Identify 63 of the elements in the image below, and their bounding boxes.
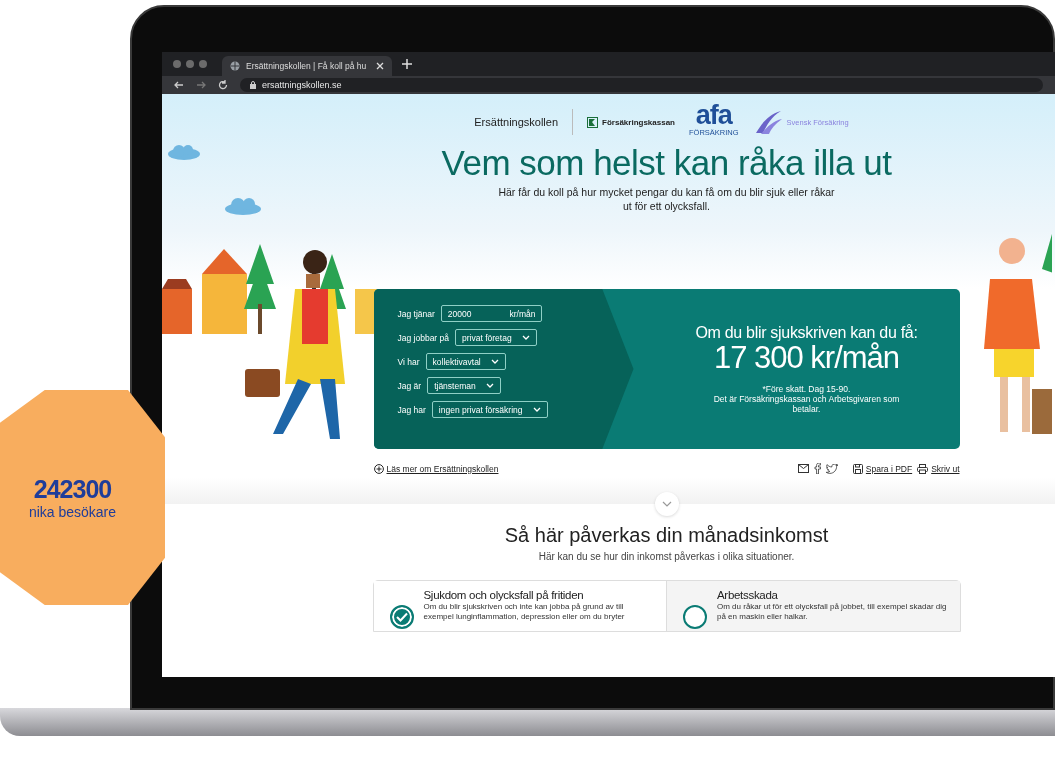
result-heading: Om du blir sjukskriven kan du få: xyxy=(695,324,918,342)
radio-button[interactable] xyxy=(683,605,707,629)
result-note: Det är Försäkringskassan och Arbetsgivaren som betalar. xyxy=(712,394,901,414)
forward-arrow-icon xyxy=(196,80,206,90)
read-more-link[interactable]: Läs mer om Ersättningskollen xyxy=(373,463,499,474)
dropdown[interactable]: ingen privat försäkring xyxy=(431,401,548,418)
window-controls-icon xyxy=(172,59,208,69)
dropdown[interactable]: privat företag xyxy=(455,329,537,346)
chevron-down-icon xyxy=(532,407,541,412)
save-pdf-link[interactable]: Spara i PDF xyxy=(852,463,913,474)
partner-name: Försäkringskassan xyxy=(602,117,675,127)
field-label: Jag tjänar xyxy=(397,308,435,319)
tab-title: Ersättningskollen | Få koll på hu xyxy=(246,61,368,71)
option-title: Arbetsskada xyxy=(717,589,779,601)
plus-circle-icon xyxy=(373,463,384,474)
field-label: Vi har xyxy=(397,356,420,367)
twitter-icon xyxy=(825,463,838,474)
option-card[interactable]: Arbetsskada Om du råkar ut för ett olycksfall på jobbet, till exempel skadar dig på en maskin eller halkar. xyxy=(667,581,960,631)
radio-button[interactable] xyxy=(389,605,414,629)
input-unit: kr/mån xyxy=(509,308,536,319)
chevron-down-icon xyxy=(521,335,530,340)
dropdown[interactable]: kollektivavtal xyxy=(425,353,506,370)
field-label: Jag jobbar på xyxy=(397,332,449,343)
back-arrow-icon xyxy=(174,80,184,90)
mail-icon xyxy=(797,464,809,473)
visitor-count: 242300 xyxy=(33,475,112,504)
result-note: *Före skatt. Dag 15-90. xyxy=(762,384,851,394)
site-name[interactable]: Ersättningskollen xyxy=(474,116,559,129)
cloud-drawing xyxy=(224,196,262,216)
input-value: 20000 xyxy=(447,308,472,319)
cloud-drawing xyxy=(167,144,201,160)
chevron-down-icon xyxy=(490,359,499,364)
lock-icon xyxy=(250,81,256,89)
section-subtitle: Här kan du se hur din inkomst påverkas i olika situationer. xyxy=(538,551,795,562)
field-label: Jag har xyxy=(397,404,426,415)
dropdown[interactable]: tjänsteman xyxy=(427,377,501,394)
result-amount: 17 300 kr/mån xyxy=(713,340,900,376)
facebook-icon xyxy=(813,463,821,474)
flag-logo-icon xyxy=(587,116,599,128)
section-title: Så här påverkas din månadsinkomst xyxy=(504,524,829,547)
save-icon xyxy=(852,463,863,474)
browser-tab[interactable]: Ersättningskollen | Få koll på hu xyxy=(222,56,392,76)
checkmark-icon xyxy=(395,612,408,622)
salary-input-field[interactable]: 20000 kr/mån xyxy=(440,305,543,322)
option-description: Om du råkar ut för ett olycksfall på jobbet, till exempel skadar dig på en maskin eller halkar. xyxy=(717,602,948,622)
close-icon xyxy=(376,62,384,70)
print-link[interactable]: Skriv ut xyxy=(917,463,960,474)
reload-icon xyxy=(218,80,228,90)
option-card[interactable]: Sjukdom och olycksfall på fritiden Om du blir sjukskriven och inte kan jobba på grund av till exempel lunginflammation, depression eller om du bryter xyxy=(373,581,667,631)
url-text: ersattningskollen.se xyxy=(262,80,342,90)
chevron-down-icon xyxy=(661,501,672,507)
option-title: Sjukdom och olycksfall på fritiden xyxy=(423,589,585,601)
hero-title: Vem som helst kan råka illa ut xyxy=(441,142,892,183)
hero-subtitle: Här får du koll på hur mycket pengar du kan få om du blir sjuk eller råkar ut för ett olycksfall. xyxy=(497,184,836,213)
address-bar[interactable]: ersattningskollen.se xyxy=(240,78,1043,92)
printer-icon xyxy=(917,463,929,474)
visitor-label: nika besökare xyxy=(28,504,117,520)
option-description: Om du blir sjukskriven och inte kan jobba på grund av till exempel lunginflammation, depression eller om du bryter xyxy=(423,602,626,622)
chevron-down-icon xyxy=(485,383,494,388)
new-tab-icon xyxy=(402,59,412,69)
field-label: Jag är xyxy=(397,380,422,391)
partner-logo-text: afa xyxy=(695,102,732,129)
globe-icon xyxy=(230,61,240,71)
